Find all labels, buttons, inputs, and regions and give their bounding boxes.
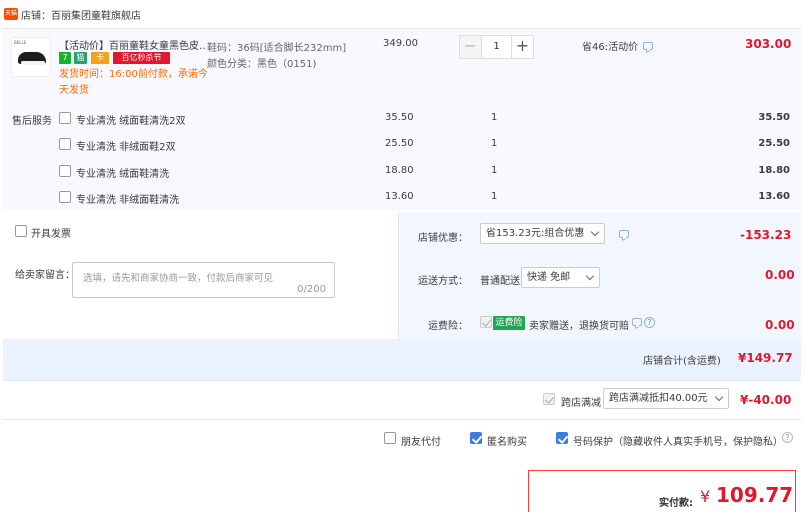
store-subtotal-label: 店铺合计(含运费)	[643, 356, 721, 367]
freight-insurance-checkbox	[480, 316, 492, 328]
cross-store-select[interactable]: 跨店满减抵扣40.00元	[603, 388, 729, 409]
service-checkbox[interactable]	[59, 165, 71, 177]
service-price: 35.50	[385, 112, 414, 123]
brand-mark: BELLE	[14, 40, 27, 45]
invoice-checkbox[interactable]	[15, 225, 27, 237]
shop-discount-amount: -153.23	[740, 228, 792, 242]
sku-color: 颜色分类：黑色（0151)	[207, 59, 317, 70]
store-name-link[interactable]: 店铺：百丽集团童鞋旗舰店	[21, 7, 141, 22]
service-price: 13.60	[385, 191, 414, 202]
service-total: 13.60	[758, 191, 790, 202]
chevron-down-icon	[585, 271, 595, 281]
freight-insurance-tag: 运费险	[493, 316, 525, 330]
freight-insurance-amount: 0.00	[765, 318, 795, 332]
service-total: 25.50	[758, 138, 790, 149]
increase-button[interactable]: +	[511, 35, 534, 59]
message-counter: 0/200	[297, 284, 326, 295]
tmall-badge: 猫	[74, 52, 87, 64]
friend-pay-checkbox[interactable]	[384, 432, 396, 444]
quantity-input[interactable]: 1	[482, 35, 511, 59]
shipping-label: 运送方式：	[418, 276, 468, 287]
service-checkbox[interactable]	[59, 138, 71, 150]
service-name: 专业清洗 非绒面鞋2双	[76, 142, 176, 153]
shipping-amount: 0.00	[765, 268, 795, 282]
chevron-down-icon	[590, 227, 600, 237]
product-thumbnail[interactable]: BELLE	[11, 37, 51, 77]
freight-insurance-text: 卖家赠送，退换货可赔	[529, 321, 629, 332]
credit-card-badge: 卡	[91, 52, 109, 64]
message-placeholder: 选填，请先和商家协商一致，付款后商家可见	[83, 273, 274, 284]
privacy-checkbox[interactable]	[556, 432, 568, 444]
cross-store-value: 跨店满减抵扣40.00元	[609, 393, 708, 404]
cross-store-checkbox	[543, 393, 555, 405]
chevron-down-icon	[714, 392, 724, 402]
service-price: 18.80	[385, 165, 414, 176]
service-name: 专业清洗 非绒面鞋清洗	[76, 195, 180, 206]
after-sales-label: 售后服务	[12, 116, 52, 127]
anonymous-checkbox[interactable]	[470, 432, 482, 444]
shipping-select[interactable]: 快递 免邮	[521, 267, 600, 288]
service-qty: 1	[491, 165, 498, 176]
sku-size: 鞋码：36码[适合脚长232mm]	[207, 43, 347, 54]
friend-pay-label: 朋友代付	[401, 437, 441, 448]
chat-bubble-icon[interactable]	[643, 42, 653, 50]
quantity-stepper: − 1 +	[459, 35, 534, 59]
item-total: 303.00	[745, 37, 792, 51]
payment-amount: 109.77	[716, 483, 794, 507]
service-name: 专业清洗 绒面鞋清洗2双	[76, 116, 186, 127]
shoe-image	[18, 52, 46, 65]
store-subtotal-amount: ¥149.77	[738, 351, 793, 365]
service-total: 18.80	[758, 165, 790, 176]
service-qty: 1	[491, 112, 498, 123]
help-icon[interactable]: ?	[782, 432, 793, 443]
service-total: 35.50	[758, 112, 790, 123]
seven-day-return-badge: 7	[59, 52, 71, 64]
privacy-label: 号码保护（隐藏收件人真实手机号，保护隐私）	[573, 437, 783, 448]
service-checkbox[interactable]	[59, 112, 71, 124]
item-discount: 省46:活动价	[582, 42, 639, 53]
freight-insurance-label: 运费险：	[428, 321, 468, 332]
service-price: 25.50	[385, 138, 414, 149]
unit-price: 349.00	[383, 38, 418, 49]
shipping-type: 普通配送	[480, 276, 520, 287]
tmall-icon: 天猫	[4, 8, 18, 20]
promo-badge: 百亿秒杀节	[113, 52, 170, 64]
cross-store-label: 跨店满减	[561, 398, 601, 409]
service-qty: 1	[491, 191, 498, 202]
help-icon[interactable]: ?	[644, 317, 655, 328]
shipping-value: 快递 免邮	[527, 272, 571, 283]
currency-symbol: ¥	[700, 487, 711, 506]
chat-bubble-icon[interactable]	[632, 318, 642, 326]
payment-label: 实付款:	[659, 498, 693, 509]
service-checkbox[interactable]	[59, 191, 71, 203]
service-name: 专业清洗 绒面鞋清洗	[76, 169, 170, 180]
message-textarea[interactable]: 选填，请先和商家协商一致，付款后商家可见 0/200	[72, 262, 335, 298]
ship-time-note: 发货时间：16:00前付款，承诺今天发货	[59, 69, 208, 96]
message-label: 给卖家留言：	[15, 270, 75, 281]
shop-discount-label: 店铺优惠：	[418, 233, 468, 244]
decrease-button[interactable]: −	[459, 35, 482, 59]
shop-discount-select[interactable]: 省153.23元:组合优惠	[480, 223, 605, 244]
chat-bubble-icon[interactable]	[619, 230, 629, 238]
anonymous-label: 匿名购买	[487, 437, 527, 448]
cross-store-amount: ¥-40.00	[740, 393, 792, 407]
service-qty: 1	[491, 138, 498, 149]
product-title-link[interactable]: 【活动价】百丽童鞋女童黑色皮…	[59, 37, 205, 52]
invoice-label: 开具发票	[31, 229, 71, 240]
shop-discount-value: 省153.23元:组合优惠	[486, 228, 585, 239]
